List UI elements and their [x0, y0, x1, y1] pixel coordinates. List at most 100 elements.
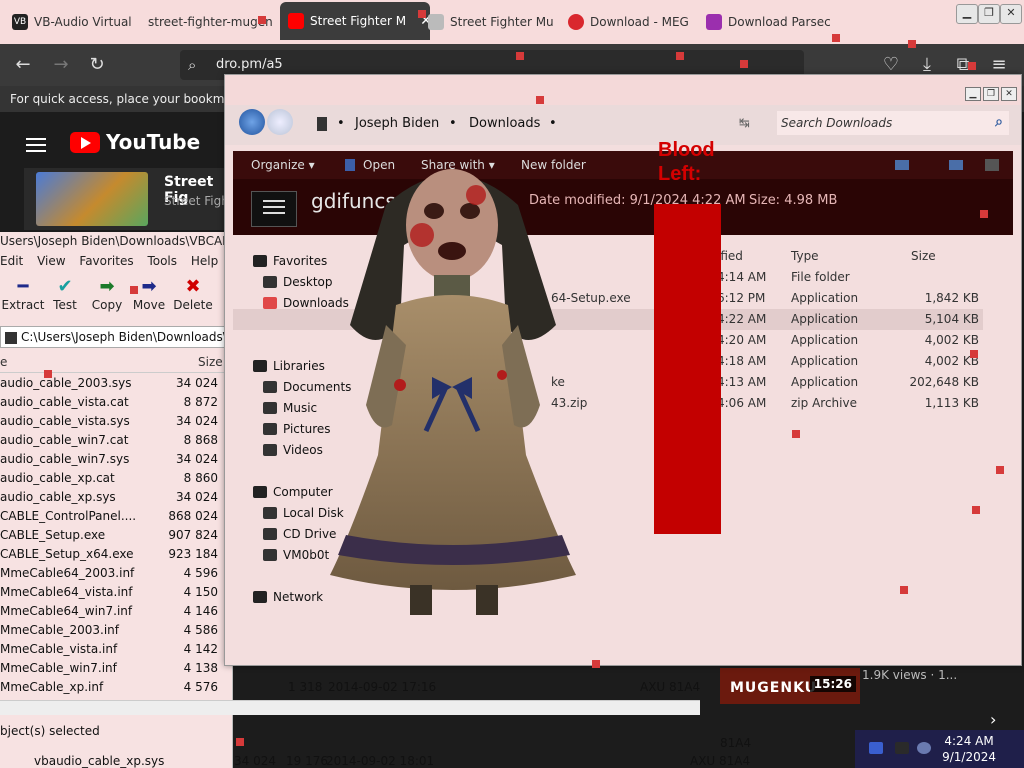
close-button[interactable]: ✕	[1000, 4, 1022, 24]
tab-street-fighter-mugen[interactable]: street-fighter-mugen	[140, 6, 291, 38]
glitch-mark	[908, 40, 916, 48]
file-size: 8 872	[183, 395, 218, 409]
nav-label: VM0b0t	[283, 548, 330, 562]
download-icon[interactable]: ⤓	[916, 54, 938, 76]
table-row[interactable]: audio_cable_win7.sys 34 024	[0, 450, 232, 469]
minimize-button[interactable]: ▁	[956, 4, 978, 24]
view-icon[interactable]	[895, 160, 909, 170]
maximize-button[interactable]: ❐	[978, 4, 1000, 24]
file-name: audio_cable_vista.cat	[0, 395, 129, 409]
7zip-menu-bar: Edit View Favorites Tools Help	[0, 254, 232, 272]
table-row[interactable]: MmeCable64_2003.inf 4 596	[0, 564, 232, 583]
horizontal-scrollbar[interactable]	[0, 700, 700, 715]
table-row[interactable]: MmeCable64_vista.inf 4 150	[0, 583, 232, 602]
details-size: Size: 4.98 MB	[749, 193, 838, 208]
table-row[interactable]: CABLE_ControlPanel.... 868 024	[0, 507, 232, 526]
pocket-icon[interactable]: ♡	[880, 54, 902, 76]
minimize-button[interactable]: ▁	[965, 87, 981, 101]
glitch-mark	[130, 286, 138, 294]
7zip-address-bar[interactable]: C:\Users\Joseph Biden\Downloads\VBC	[0, 326, 234, 348]
volume-icon[interactable]	[917, 742, 931, 754]
x-icon: ✖	[185, 276, 201, 297]
video-thumbnail[interactable]	[36, 172, 148, 226]
system-tray: 4:24 AM 9/1/2024	[855, 730, 1024, 768]
tab-vb-audio[interactable]: VB VB-Audio Virtual	[4, 6, 150, 38]
back-icon[interactable]	[239, 109, 265, 135]
file-name: CABLE_Setup_x64.exe	[0, 547, 134, 561]
reload-icon[interactable]: ↻	[86, 54, 108, 76]
column-size[interactable]: Size	[198, 355, 223, 369]
video-card[interactable]: Street Fig Street Fight	[24, 168, 234, 230]
nav-item-network[interactable]: Network	[253, 587, 323, 607]
table-row[interactable]: MmeCable_vista.inf 4 142	[0, 640, 232, 659]
menu-favorites[interactable]: Favorites	[79, 254, 133, 268]
search-downloads-input[interactable]: Search Downloads ⌕	[777, 111, 1009, 135]
close-button[interactable]: ✕	[1001, 87, 1017, 101]
table-row[interactable]: audio_cable_vista.cat 8 872	[0, 393, 232, 412]
table-row[interactable]: MmeCable_win7.inf 4 138	[0, 659, 232, 678]
forward-icon[interactable]	[267, 109, 293, 135]
file-name: MmeCable_xp.inf	[0, 680, 104, 694]
tab-label: Download Parsec	[728, 15, 831, 29]
table-row[interactable]: MmeCable64_win7.inf 4 146	[0, 602, 232, 621]
file-type: Application	[791, 375, 859, 389]
file-size: 34 024	[234, 754, 276, 768]
tab-parsec-download[interactable]: Download Parsec	[698, 6, 844, 38]
tab-mega-download[interactable]: Download - MEG	[560, 6, 706, 38]
column-name[interactable]: e	[0, 355, 7, 369]
clock[interactable]: 4:24 AM 9/1/2024	[942, 733, 996, 765]
breadcrumb-user[interactable]: Joseph Biden	[355, 116, 439, 131]
nav-item-videos[interactable]: Videos	[263, 440, 323, 460]
column-type[interactable]: Type	[791, 249, 819, 263]
table-row[interactable]: CABLE_Setup_x64.exe 923 184	[0, 545, 232, 564]
chevron-right-icon[interactable]: ›	[990, 710, 996, 729]
file-size: 4 150	[183, 585, 218, 599]
maximize-button[interactable]: ❐	[983, 87, 999, 101]
youtube-logo[interactable]: YouTube	[70, 130, 200, 154]
table-row[interactable]: MmeCable_xp.inf 4 576	[0, 678, 232, 697]
glitch-mark	[970, 350, 978, 358]
forward-icon[interactable]: →	[50, 54, 72, 76]
breadcrumb-downloads[interactable]: Downloads	[469, 116, 540, 131]
menu-edit[interactable]: Edit	[0, 254, 23, 268]
menu-help[interactable]: Help	[191, 254, 218, 268]
7zip-column-header: e Size	[0, 352, 232, 373]
column-size[interactable]: Size	[911, 249, 936, 263]
refresh-icon[interactable]: ↹	[739, 116, 750, 131]
delete-button[interactable]: ✖ Delete	[170, 276, 216, 312]
search-icon[interactable]: ⌕	[995, 114, 1003, 130]
video-thumbnail-mugen[interactable]: MUGENKU 15:26	[720, 668, 860, 704]
nav-item-computer[interactable]: Computer	[253, 482, 333, 502]
table-row[interactable]: audio_cable_xp.sys 34 024	[0, 488, 232, 507]
table-row[interactable]: CABLE_Setup.exe 907 824	[0, 526, 232, 545]
folder-icon	[263, 549, 277, 561]
back-icon[interactable]: ←	[12, 54, 34, 76]
copy-button[interactable]: ➡ Copy	[84, 276, 130, 312]
move-button[interactable]: ➡ Move	[126, 276, 172, 312]
glitch-mark	[536, 96, 544, 104]
table-row[interactable]: MmeCable_2003.inf 4 586	[0, 621, 232, 640]
preview-pane-icon[interactable]	[949, 160, 963, 170]
menu-view[interactable]: View	[37, 254, 65, 268]
folder-icon	[263, 423, 277, 435]
organize-button[interactable]: Organize ▾	[251, 158, 315, 172]
hamburger-icon[interactable]	[26, 134, 46, 156]
move-label: Move	[132, 298, 166, 312]
extract-button[interactable]: ━ Extract	[0, 276, 46, 312]
monitor-icon[interactable]	[895, 742, 909, 754]
help-icon[interactable]	[985, 159, 999, 171]
test-button[interactable]: ✔ Test	[42, 276, 88, 312]
table-row[interactable]: audio_cable_xp.cat 8 860	[0, 469, 232, 488]
menu-icon[interactable]: ≡	[988, 54, 1010, 76]
network-icon[interactable]	[869, 742, 883, 754]
nav-label: Pictures	[283, 422, 331, 436]
table-row[interactable]: audio_cable_2003.sys 34 024	[0, 374, 232, 393]
nav-item-pictures[interactable]: Pictures	[263, 419, 331, 439]
menu-tools[interactable]: Tools	[147, 254, 177, 268]
table-row[interactable]: audio_cable_vista.sys 34 024	[0, 412, 232, 431]
tab-street-fighter-mu[interactable]: Street Fighter Mu	[420, 6, 571, 38]
7zip-row-extension: 1 318 2014-09-02 17:16 AXU 81A4	[232, 678, 720, 698]
nav-item-vm0b0t[interactable]: VM0b0t	[263, 545, 329, 565]
table-row[interactable]: audio_cable_win7.cat 8 868	[0, 431, 232, 450]
tab-street-fighter-active[interactable]: Street Fighter M ✕	[280, 2, 430, 40]
